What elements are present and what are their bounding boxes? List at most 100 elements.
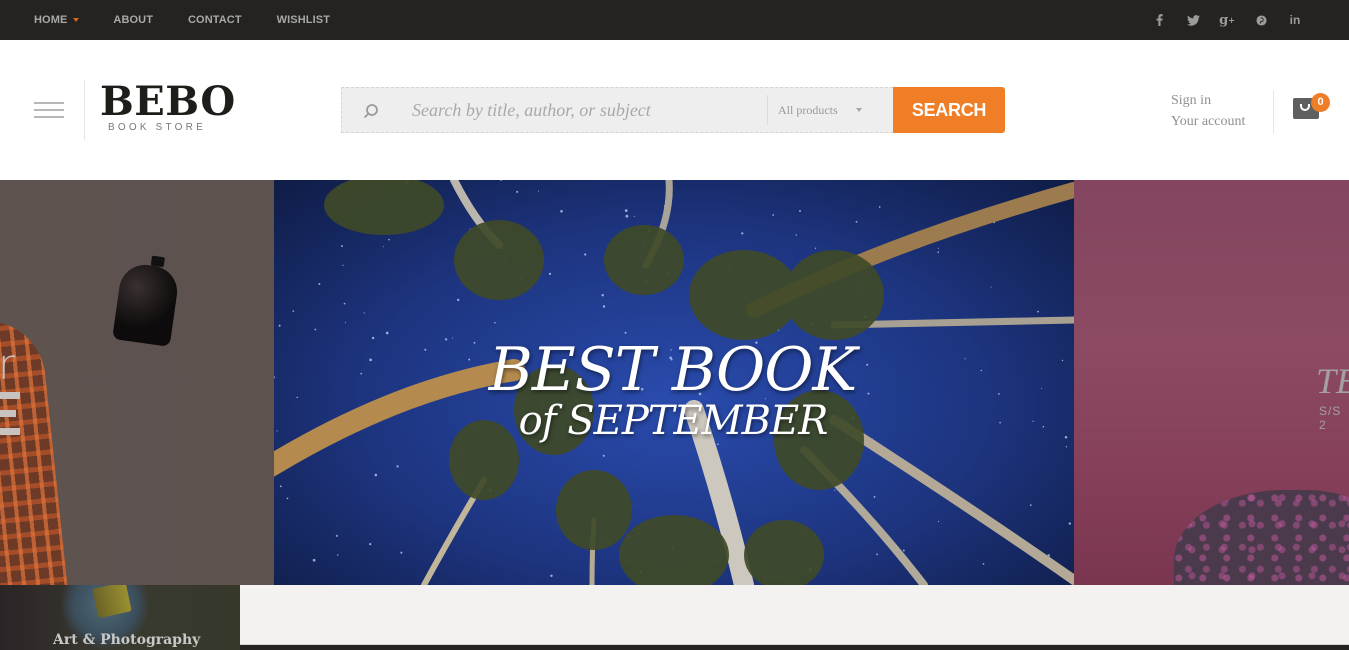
star bbox=[548, 272, 552, 276]
star bbox=[494, 322, 496, 324]
star bbox=[937, 520, 940, 523]
star bbox=[625, 214, 629, 218]
star bbox=[396, 465, 399, 468]
star bbox=[292, 310, 295, 312]
search-bar: All products bbox=[341, 87, 893, 133]
bottle-image bbox=[108, 251, 182, 347]
star bbox=[344, 322, 347, 324]
star bbox=[855, 220, 858, 223]
star bbox=[516, 190, 519, 193]
search-input[interactable] bbox=[412, 88, 762, 132]
star bbox=[982, 563, 985, 565]
star bbox=[314, 328, 317, 331]
star bbox=[772, 214, 775, 216]
twitter-icon[interactable] bbox=[1185, 14, 1201, 26]
star bbox=[342, 264, 344, 266]
star bbox=[624, 209, 628, 212]
slide-next[interactable]: TE S/S 2 bbox=[1074, 180, 1349, 585]
nav-home-label: HOME bbox=[34, 14, 68, 26]
star bbox=[876, 553, 878, 556]
sign-in-link[interactable]: Sign in bbox=[1171, 90, 1245, 111]
chevron-down-icon bbox=[855, 108, 862, 112]
star bbox=[382, 246, 384, 248]
nav-about[interactable]: ABOUT bbox=[113, 14, 153, 26]
search-button[interactable]: SEARCH bbox=[893, 87, 1005, 133]
category-select-value: All products bbox=[778, 102, 838, 117]
star bbox=[873, 495, 876, 498]
site-header: BEBO BOOK STORE All products SEARCH Sign… bbox=[0, 40, 1349, 180]
star bbox=[343, 302, 346, 305]
footer-strip bbox=[240, 645, 1349, 650]
star bbox=[550, 574, 553, 578]
social-links: g + in bbox=[1133, 0, 1303, 40]
star bbox=[1068, 522, 1071, 525]
star bbox=[602, 305, 606, 308]
star bbox=[369, 543, 372, 546]
menu-icon[interactable] bbox=[34, 100, 64, 120]
google-plus-icon[interactable]: g + bbox=[1219, 13, 1235, 28]
star bbox=[286, 497, 289, 500]
category-card[interactable]: Art & Photography bbox=[0, 585, 240, 650]
star bbox=[500, 180, 503, 181]
category-label: Art & Photography bbox=[53, 632, 201, 648]
nav-home[interactable]: HOME bbox=[34, 14, 80, 26]
chevron-down-icon bbox=[73, 18, 80, 22]
divider bbox=[767, 95, 768, 125]
star bbox=[336, 554, 339, 556]
slide-next-subtitle: S/S 2 bbox=[1319, 404, 1342, 432]
star bbox=[400, 551, 403, 554]
star bbox=[990, 286, 992, 288]
star bbox=[937, 247, 939, 249]
linkedin-icon[interactable]: in bbox=[1287, 13, 1303, 27]
nav-wishlist[interactable]: WISHLIST bbox=[277, 14, 330, 26]
star bbox=[1037, 310, 1039, 313]
hero-slider[interactable]: r BEST BOOK of SEPTEMBER T S/S 2 bbox=[0, 180, 1349, 585]
divider bbox=[84, 80, 85, 140]
top-bar: HOME ABOUT CONTACT WISHLIST g + in bbox=[0, 0, 1349, 40]
star bbox=[363, 312, 365, 314]
star bbox=[1029, 504, 1032, 506]
star bbox=[834, 489, 836, 491]
slide-previous-text: r bbox=[0, 340, 16, 389]
star bbox=[318, 283, 321, 285]
logo-title: BEBO bbox=[100, 78, 236, 125]
star bbox=[388, 238, 390, 241]
your-account-link[interactable]: Your account bbox=[1171, 111, 1245, 132]
slide-next-title: TE bbox=[1316, 361, 1349, 401]
star bbox=[633, 215, 635, 218]
top-nav: HOME ABOUT CONTACT WISHLIST bbox=[34, 0, 330, 40]
star bbox=[602, 454, 605, 457]
star bbox=[799, 210, 801, 212]
slide-active[interactable]: BEST BOOK of SEPTEMBER bbox=[274, 180, 1074, 585]
star bbox=[374, 473, 378, 477]
cart-count-badge: 0 bbox=[1311, 93, 1330, 112]
star bbox=[537, 190, 540, 192]
star bbox=[601, 294, 604, 297]
logo[interactable]: BEBO BOOK STORE bbox=[100, 78, 236, 134]
star bbox=[584, 253, 587, 256]
facebook-icon[interactable] bbox=[1151, 14, 1167, 26]
content-panel bbox=[240, 585, 1349, 645]
pinterest-icon[interactable] bbox=[1253, 14, 1269, 26]
star bbox=[902, 549, 905, 552]
hero-title: BEST BOOK of SEPTEMBER bbox=[274, 335, 1074, 443]
star bbox=[341, 245, 343, 248]
star bbox=[385, 331, 389, 335]
star bbox=[312, 558, 316, 562]
star bbox=[560, 210, 563, 213]
star bbox=[278, 324, 281, 327]
account-links: Sign in Your account bbox=[1171, 90, 1245, 132]
star bbox=[878, 206, 881, 208]
star bbox=[741, 232, 744, 235]
star bbox=[279, 485, 282, 488]
hero-title-line1: BEST BOOK bbox=[488, 335, 858, 405]
fabric-image bbox=[1174, 490, 1349, 585]
star bbox=[937, 251, 940, 254]
star bbox=[795, 234, 797, 236]
category-select[interactable]: All products bbox=[778, 88, 888, 132]
hero-title-line2: of SEPTEMBER bbox=[518, 398, 829, 444]
nav-contact[interactable]: CONTACT bbox=[188, 14, 242, 26]
slide-previous[interactable]: r bbox=[0, 180, 274, 585]
star bbox=[456, 298, 460, 302]
slide-previous-decoration bbox=[0, 392, 20, 446]
